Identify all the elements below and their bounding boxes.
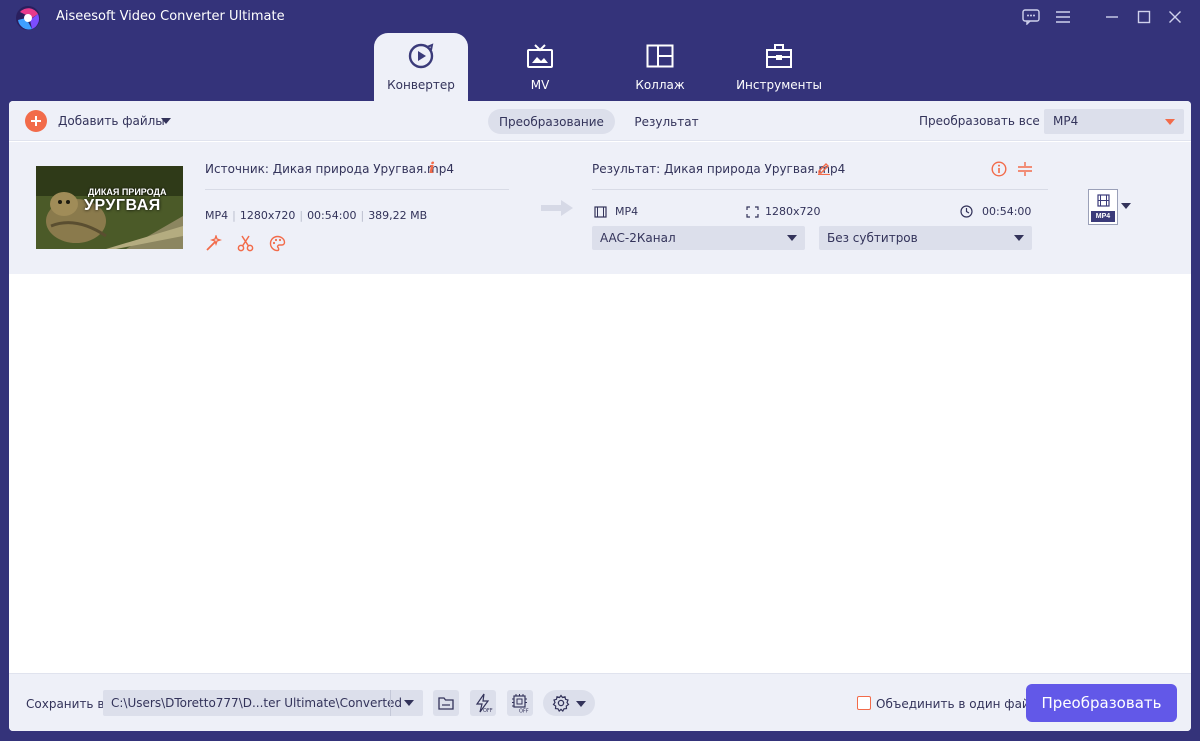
convert-all-button[interactable]: Преобразовать — [1026, 684, 1177, 722]
output-resolution-value: 1280x720 — [765, 205, 821, 218]
add-files-dropdown-icon[interactable] — [161, 118, 171, 124]
maximize-icon[interactable] — [1132, 6, 1156, 28]
output-duration: 00:54:00 — [960, 205, 1031, 218]
source-info-icon[interactable]: i — [429, 159, 435, 177]
chevron-down-icon[interactable] — [404, 700, 414, 706]
chevron-down-icon — [1165, 119, 1175, 125]
output-format-value: MP4 — [615, 205, 639, 218]
lightning-off-icon: OFF — [475, 693, 493, 713]
format-badge-label: MP4 — [1091, 211, 1115, 222]
converter-panel: Добавить файлы Преобразование Результат … — [9, 101, 1191, 731]
settings-button[interactable] — [543, 690, 595, 716]
thumbnail-title-line1: ДИКАЯ ПРИРОДА — [88, 187, 167, 197]
edit-name-icon[interactable] — [817, 161, 831, 175]
plus-icon — [31, 116, 41, 126]
save-path-input[interactable]: C:\Users\DToretto777\D...ter Ultimate\Co… — [103, 690, 423, 716]
video-thumbnail[interactable]: ДИКАЯ ПРИРОДА УРУГВАЯ — [36, 166, 183, 249]
chevron-down-icon — [576, 701, 586, 707]
play-convert-icon — [406, 41, 436, 71]
source-size: 389,22 MB — [368, 209, 428, 222]
cpu-off-icon: OFF — [512, 694, 529, 714]
bottom-bar: Сохранить в: C:\Users\DToretto777\D...te… — [9, 673, 1191, 731]
format-dropdown-icon[interactable] — [1121, 203, 1131, 209]
title-bar: Aiseesoft Video Converter Ultimate — [0, 0, 1200, 34]
hardware-accel-off-button[interactable]: OFF — [470, 690, 496, 716]
divider — [205, 189, 509, 190]
svg-text:OFF: OFF — [519, 709, 529, 714]
output-duration-value: 00:54:00 — [982, 205, 1032, 218]
source-filename: Источник: Дикая природа Уругвая.mp4 — [205, 162, 454, 176]
output-settings-icon[interactable] — [1017, 161, 1033, 177]
converter-toolbar: Добавить файлы Преобразование Результат … — [9, 101, 1191, 141]
gear-icon — [552, 694, 570, 712]
collage-icon — [645, 41, 675, 71]
audio-track-select[interactable]: AAC-2Канал — [592, 226, 805, 250]
output-filename: Результат: Дикая природа Уругвая.mp4 — [592, 162, 846, 176]
menu-icon[interactable] — [1051, 6, 1075, 28]
source-duration: 00:54:00 — [307, 209, 357, 222]
minimize-icon[interactable] — [1100, 6, 1124, 28]
tab-converted[interactable]: Результат — [624, 109, 709, 134]
tab-toolbox[interactable]: Инструменты — [732, 33, 826, 101]
add-files-label[interactable]: Добавить файлы — [58, 114, 165, 128]
file-list-item: ДИКАЯ ПРИРОДА УРУГВАЯ Источник: Дикая пр… — [9, 142, 1191, 274]
arrow-right-icon — [541, 200, 573, 216]
output-format: MP4 — [594, 205, 638, 218]
tab-label: Коллаж — [635, 78, 685, 92]
audio-track-value: AAC-2Канал — [600, 231, 676, 245]
tab-mv[interactable]: MV — [493, 33, 587, 101]
source-format: MP4 — [205, 209, 229, 222]
close-icon[interactable] — [1163, 6, 1187, 28]
subtitle-value: Без субтитров — [827, 231, 918, 245]
tab-label: Инструменты — [736, 78, 822, 92]
convert-all-format-select[interactable]: MP4 — [1044, 109, 1184, 134]
subtitle-select[interactable]: Без субтитров — [819, 226, 1032, 250]
app-logo-icon — [16, 6, 40, 30]
add-files-button[interactable] — [25, 110, 47, 132]
gpu-accel-off-button[interactable]: OFF — [507, 690, 533, 716]
separator: | — [299, 209, 304, 222]
source-meta: MP4 | 1280x720 | 00:54:00 | 389,22 MB — [205, 209, 427, 222]
film-icon — [594, 205, 607, 218]
clock-icon — [960, 205, 973, 218]
scissors-icon[interactable] — [237, 235, 254, 252]
resize-icon — [746, 205, 759, 218]
open-folder-button[interactable] — [433, 690, 459, 716]
output-resolution: 1280x720 — [746, 205, 821, 218]
source-resolution: 1280x720 — [239, 209, 296, 222]
film-icon — [1097, 194, 1110, 207]
separator: | — [232, 209, 236, 222]
edit-tools — [205, 235, 286, 252]
chevron-down-icon — [1014, 235, 1024, 241]
convert-all-format-value: MP4 — [1053, 114, 1079, 128]
svg-text:OFF: OFF — [483, 708, 493, 713]
merge-checkbox[interactable] — [857, 696, 871, 710]
tab-converter[interactable]: Конвертер — [374, 33, 468, 101]
output-format-button[interactable]: MP4 — [1088, 189, 1118, 225]
feedback-icon[interactable] — [1019, 6, 1043, 28]
chevron-down-icon — [787, 235, 797, 241]
folder-icon — [438, 697, 454, 710]
info-icon[interactable] — [991, 161, 1007, 177]
palette-icon[interactable] — [269, 235, 286, 252]
tab-converting[interactable]: Преобразование — [488, 109, 615, 134]
tab-collage[interactable]: Коллаж — [613, 33, 707, 101]
save-to-label: Сохранить в: — [26, 697, 109, 711]
merge-label[interactable]: Объединить в один файл — [876, 697, 1037, 711]
divider — [390, 690, 391, 716]
magic-wand-icon[interactable] — [205, 235, 222, 252]
thumbnail-title-line2: УРУГВАЯ — [84, 197, 161, 214]
tab-label: Конвертер — [387, 78, 455, 92]
toolbox-icon — [764, 41, 794, 71]
save-path-value: C:\Users\DToretto777\D...ter Ultimate\Co… — [111, 696, 403, 710]
convert-all-label: Преобразовать все в: — [919, 114, 1055, 128]
separator: | — [360, 209, 365, 222]
app-title: Aiseesoft Video Converter Ultimate — [56, 9, 285, 24]
tv-icon — [525, 41, 555, 71]
divider — [592, 189, 1048, 190]
tab-label: MV — [530, 78, 550, 92]
